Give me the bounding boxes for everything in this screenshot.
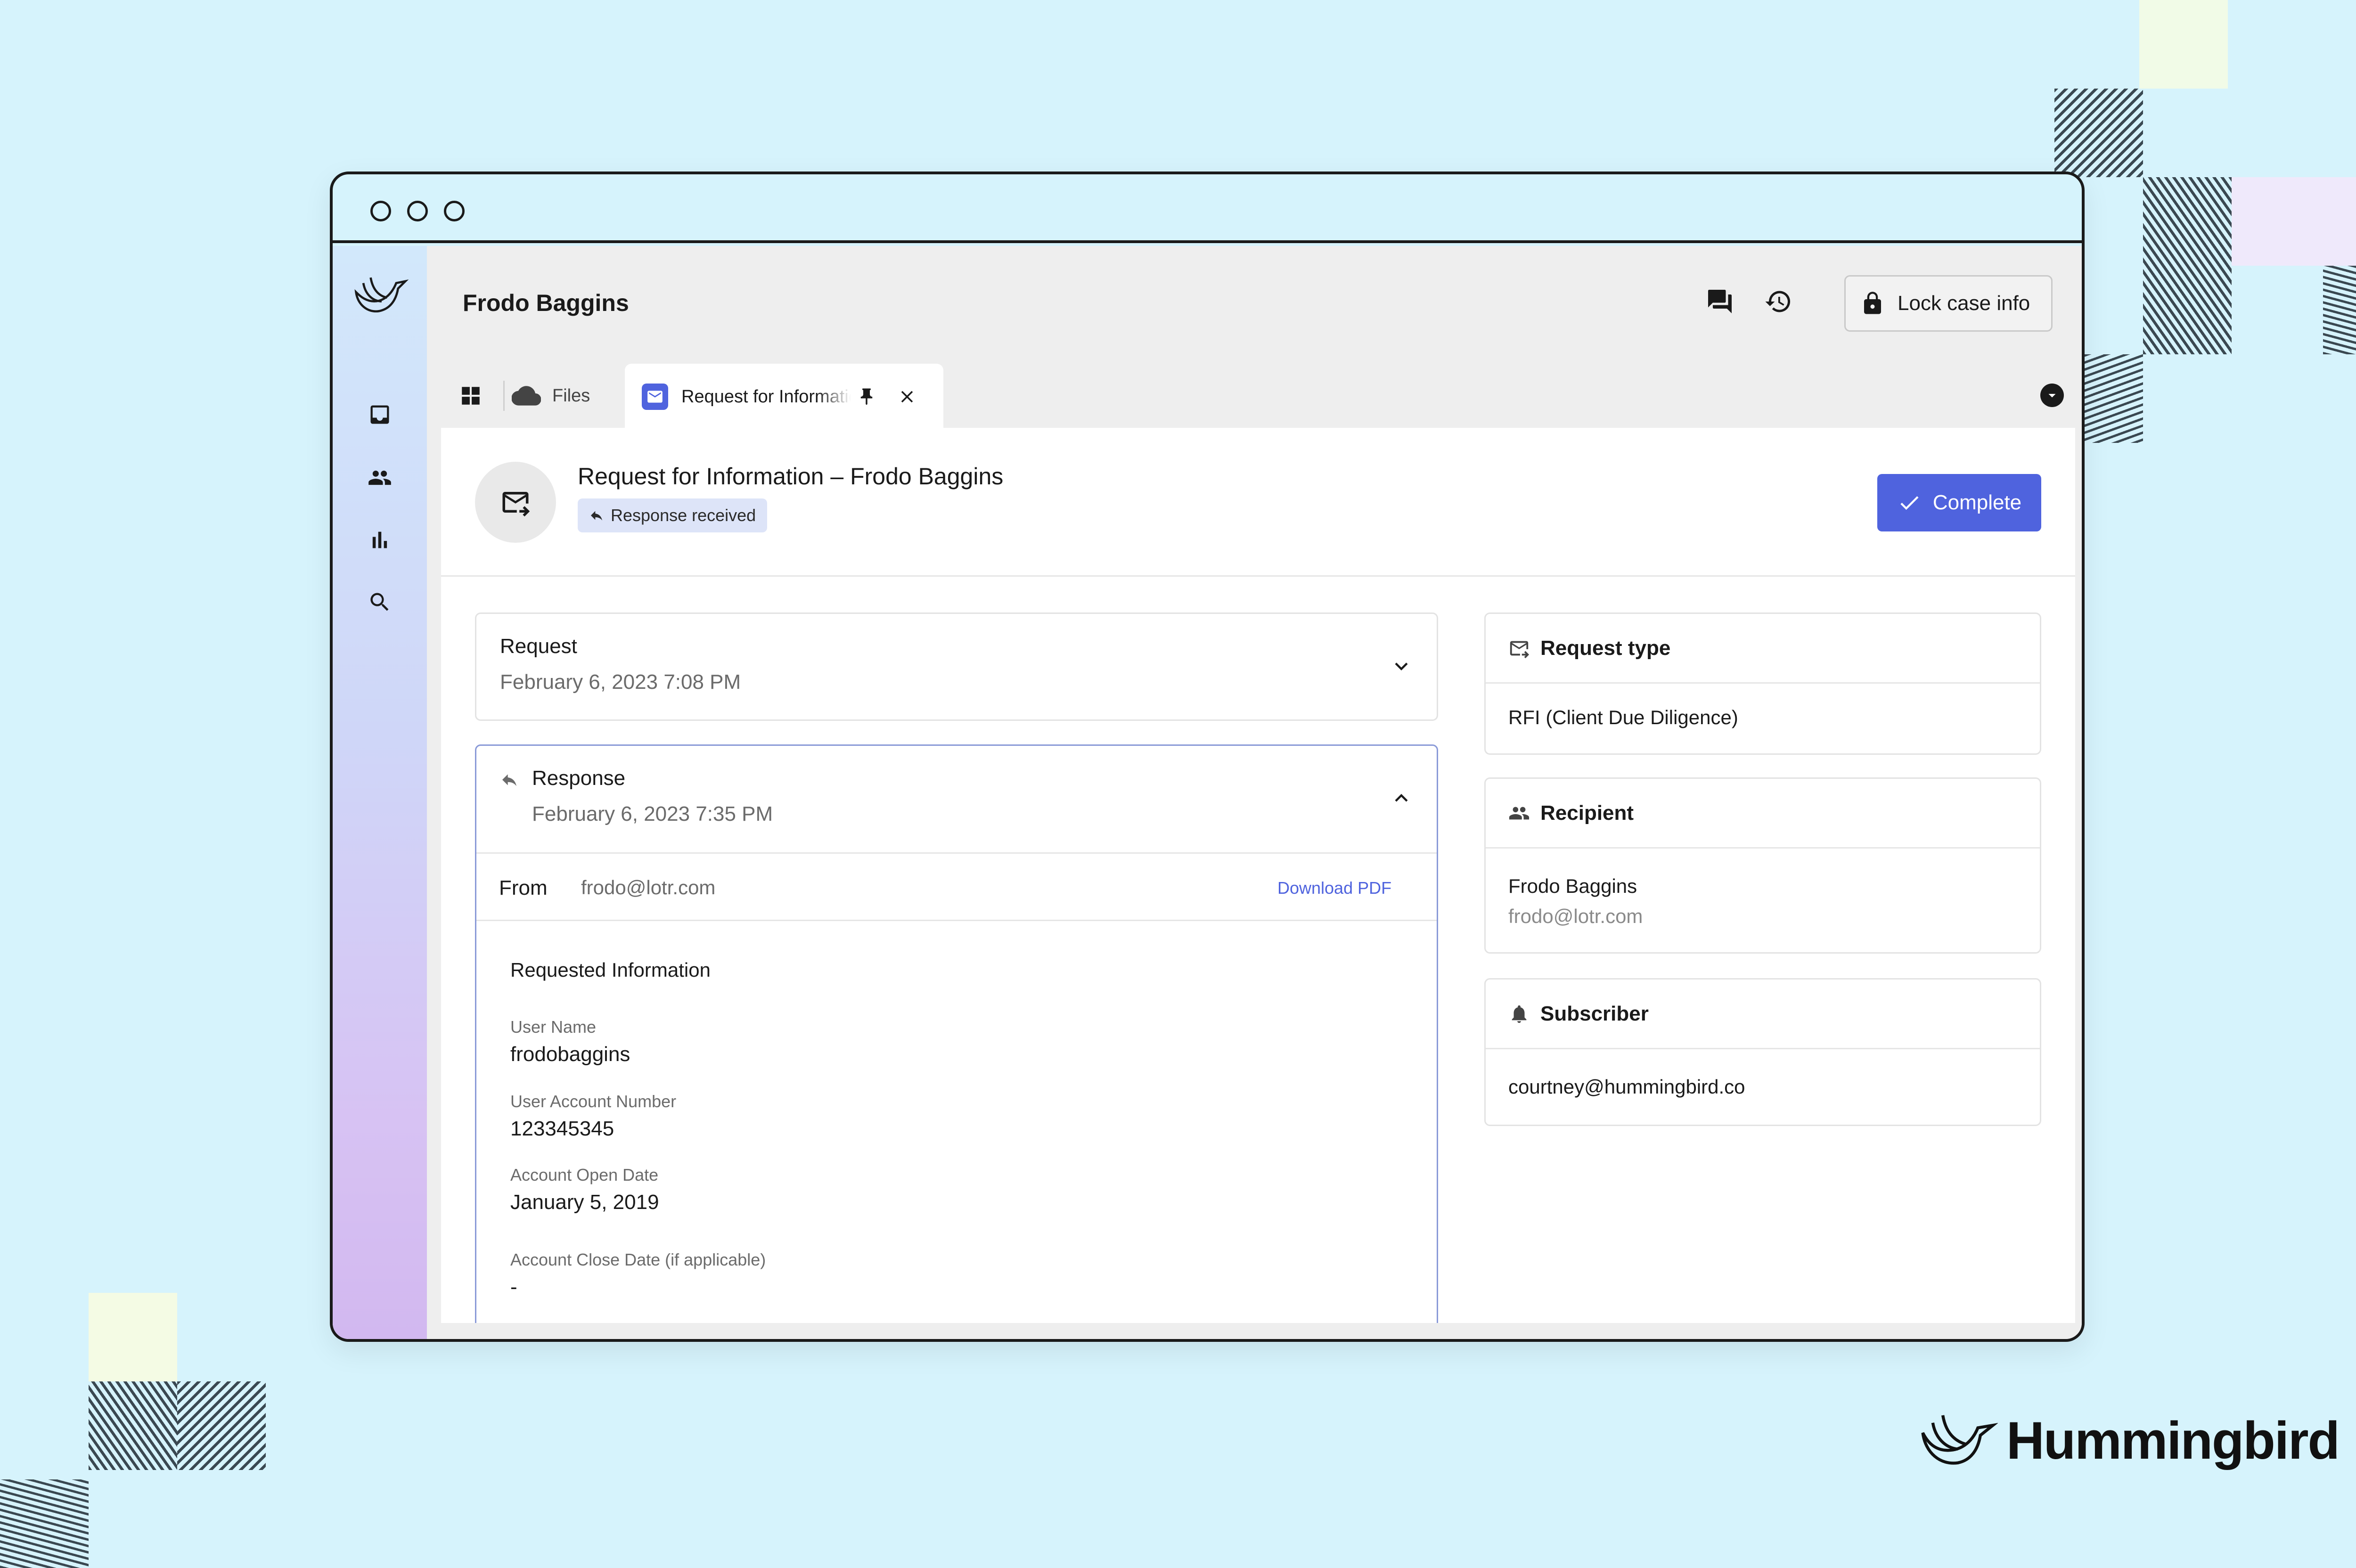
- subscriber-card: Subscriber courtney@hummingbird.co: [1484, 978, 2041, 1126]
- subscriber-header: Subscriber: [1486, 980, 2040, 1049]
- from-label: From: [499, 876, 548, 899]
- decor-hatch-square: [2054, 89, 2143, 177]
- history-icon[interactable]: [1763, 286, 1793, 317]
- app-window: Frodo Baggins Lock case info Files Reque…: [330, 172, 2085, 1342]
- chevron-down-icon[interactable]: [1389, 653, 1414, 679]
- field-value-account-number: 123345345: [510, 1117, 614, 1140]
- window-minimize-dot[interactable]: [407, 201, 428, 221]
- hummingbird-brand: Hummingbird: [1918, 1410, 2340, 1471]
- grid-icon: [462, 387, 480, 405]
- lock-case-info-button[interactable]: Lock case info: [1844, 275, 2053, 332]
- complete-label: Complete: [1932, 491, 2022, 514]
- inbox-icon[interactable]: [366, 400, 394, 429]
- request-card-date: February 6, 2023 7:08 PM: [500, 670, 741, 694]
- download-pdf-link[interactable]: Download PDF: [1277, 878, 1391, 898]
- check-icon: [1900, 496, 1919, 510]
- close-tab-icon[interactable]: [896, 386, 918, 408]
- decor-hatch-square: [177, 1381, 266, 1470]
- hummingbird-logo-icon: [1921, 1415, 1998, 1465]
- search-icon[interactable]: [366, 588, 394, 616]
- bell-icon: [1512, 1005, 1527, 1023]
- request-card-title: Request: [500, 635, 577, 658]
- subscriber-email: courtney@hummingbird.co: [1508, 1076, 1745, 1098]
- decor-hatch-square: [2143, 177, 2232, 354]
- requested-info-title: Requested Information: [510, 959, 711, 981]
- field-label-user-name: User Name: [510, 1017, 597, 1037]
- decor-pastel-square: [2139, 0, 2228, 89]
- recipient-title: Recipient: [1540, 801, 1634, 825]
- recipient-name: Frodo Baggins: [1508, 875, 1637, 897]
- subscriber-title: Subscriber: [1540, 1002, 1649, 1025]
- page-title: Frodo Baggins: [463, 290, 629, 316]
- lock-icon: [1864, 292, 1881, 314]
- bar-chart-icon[interactable]: [366, 526, 394, 554]
- decor-pastel-square: [2232, 177, 2356, 266]
- decor-hatch-square: [89, 1381, 177, 1470]
- request-type-title: Request type: [1540, 636, 1671, 660]
- recipient-header: Recipient: [1486, 779, 2040, 849]
- sidebar: [333, 246, 427, 1339]
- request-card[interactable]: Request February 6, 2023 7:08 PM: [475, 612, 1438, 721]
- tab-divider: [503, 381, 505, 411]
- response-card-title: Response: [532, 767, 626, 790]
- lock-case-info-label: Lock case info: [1898, 292, 2030, 315]
- tab-files[interactable]: Files: [512, 364, 590, 428]
- recipient-card: Recipient Frodo Baggins frodo@lotr.com: [1484, 777, 2041, 954]
- field-value-open-date: January 5, 2019: [510, 1191, 659, 1214]
- status-badge-label: Response received: [611, 506, 756, 525]
- people-icon: [1509, 807, 1530, 819]
- reply-icon: [591, 511, 602, 521]
- field-label-account-number: User Account Number: [510, 1092, 677, 1111]
- rfi-mail-icon: [642, 384, 668, 410]
- window-titlebar: [333, 174, 2082, 243]
- request-type-value: RFI (Client Due Diligence): [1508, 706, 1738, 728]
- response-from-row: From frodo@lotr.com Download PDF: [476, 852, 1437, 921]
- field-value-user-name: frodobaggins: [510, 1043, 630, 1066]
- window-maximize-dot[interactable]: [444, 201, 465, 221]
- tabs-overflow-icon[interactable]: [2040, 384, 2064, 407]
- decor-hatch-square: [2085, 354, 2143, 443]
- request-panel: Request for Information – Frodo Baggins …: [441, 428, 2075, 1323]
- tab-active-label: Request for Information – Frodo Baggins: [681, 386, 851, 407]
- pin-icon[interactable]: [856, 386, 877, 408]
- tab-request-for-information[interactable]: Request for Information – Frodo Baggins: [625, 364, 943, 430]
- request-type-header: Request type: [1486, 614, 2040, 684]
- decor-pastel-square: [89, 1293, 177, 1381]
- chat-icon[interactable]: [1705, 286, 1735, 317]
- app-shell: Frodo Baggins Lock case info Files Reque…: [333, 246, 2082, 1339]
- response-card: Response February 6, 2023 7:35 PM From f…: [475, 744, 1438, 1323]
- cloud-icon: [512, 386, 541, 406]
- decor-hatch-square: [0, 1479, 89, 1568]
- field-label-close-date: Account Close Date (if applicable): [510, 1250, 766, 1269]
- request-title: Request for Information – Frodo Baggins: [578, 463, 1004, 490]
- recipient-email: frodo@lotr.com: [1508, 905, 1643, 927]
- mail-forward-icon: [1510, 641, 1530, 658]
- tab-files-label: Files: [552, 385, 590, 406]
- decor-hatch-square: [2323, 266, 2356, 354]
- window-close-dot[interactable]: [370, 201, 391, 221]
- field-value-close-date: -: [510, 1275, 517, 1298]
- hummingbird-logo-icon[interactable]: [351, 265, 409, 323]
- response-card-date: February 6, 2023 7:35 PM: [532, 802, 773, 825]
- mail-forward-icon: [475, 462, 556, 543]
- reply-icon: [502, 774, 516, 786]
- people-icon[interactable]: [366, 464, 394, 492]
- request-type-card: Request type RFI (Client Due Diligence): [1484, 612, 2041, 755]
- request-header: Request for Information – Frodo Baggins …: [441, 428, 2075, 577]
- tab-bar: Files Request for Information – Frodo Ba…: [441, 364, 2075, 430]
- field-label-open-date: Account Open Date: [510, 1165, 659, 1184]
- response-header[interactable]: Response February 6, 2023 7:35 PM: [476, 746, 1437, 852]
- tab-overview[interactable]: [441, 364, 500, 428]
- from-email: frodo@lotr.com: [581, 876, 716, 898]
- complete-button[interactable]: Complete: [1877, 474, 2041, 531]
- brand-name: Hummingbird: [2006, 1411, 2340, 1470]
- chevron-up-icon[interactable]: [1389, 785, 1414, 811]
- status-badge: Response received: [578, 498, 768, 532]
